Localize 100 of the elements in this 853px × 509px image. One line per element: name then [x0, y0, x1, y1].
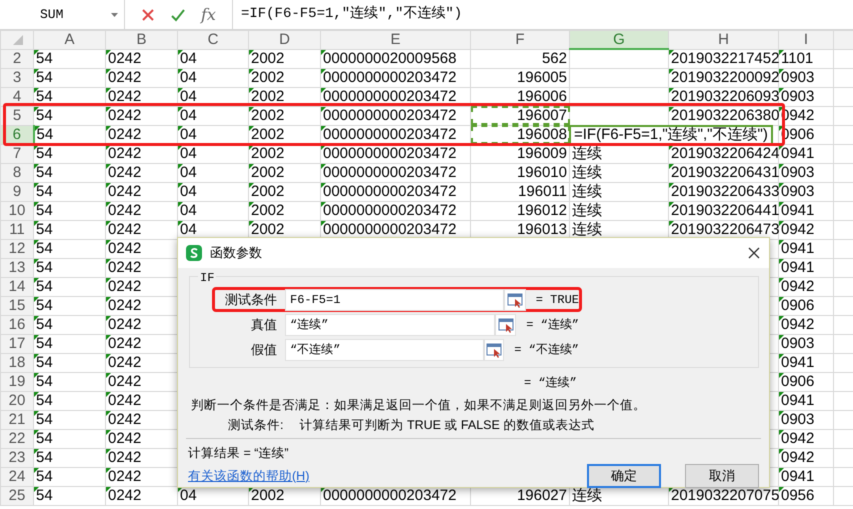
table-cell: 04	[180, 88, 197, 105]
table-cell: 2019032217452	[671, 50, 780, 67]
table-cell: 0903	[781, 69, 814, 86]
table-cell: 04	[180, 221, 197, 238]
table-cell: 连续	[572, 221, 602, 238]
argument-result: = “不连续”	[513, 342, 579, 358]
table-cell: 2002	[251, 88, 284, 105]
table-cell: 0942	[781, 449, 814, 466]
argument-field[interactable]: “不连续”	[285, 338, 484, 360]
dialog-button[interactable]: 确定	[587, 464, 661, 488]
table-cell: 连续	[572, 164, 602, 181]
row-header[interactable]: 11	[0, 220, 34, 239]
cell-editor[interactable]: =IF(F6-F5=1,"连续","不连续")	[569, 124, 773, 144]
row-header[interactable]: 17	[0, 334, 34, 353]
row-header[interactable]: 24	[0, 467, 34, 486]
insert-function-button[interactable]: fx	[201, 2, 216, 26]
argument-help-label: 测试条件:	[228, 417, 284, 434]
table-cell: 04	[180, 145, 197, 162]
table-cell: 0903	[781, 183, 814, 200]
table-cell: 0242	[108, 240, 142, 257]
table-cell: 2019032206441	[671, 202, 780, 219]
table-cell: 0000000000203472	[323, 221, 456, 238]
table-cell: 196008	[516, 126, 567, 143]
column-header[interactable]: G	[570, 30, 668, 49]
row-header[interactable]: 20	[0, 391, 34, 410]
table-cell: 196006	[516, 88, 567, 105]
table-cell: 0242	[108, 430, 142, 447]
column-header[interactable]: F	[470, 30, 570, 49]
table-cell: 0242	[108, 354, 142, 371]
row-header[interactable]: 19	[0, 372, 34, 391]
table-cell: 54	[36, 183, 53, 200]
table-cell: 04	[180, 126, 197, 143]
table-cell: 54	[36, 240, 53, 257]
table-cell: 54	[36, 411, 53, 428]
formula-text[interactable]: =IF(F6-F5=1,"连续","不连续")	[240, 4, 462, 25]
column-header[interactable]: A	[34, 30, 106, 49]
row-header[interactable]: 15	[0, 296, 34, 315]
table-cell: 0942	[781, 430, 814, 447]
table-cell: 2002	[251, 164, 284, 181]
row-header[interactable]: 21	[0, 410, 34, 429]
row-header[interactable]: 14	[0, 277, 34, 296]
range-picker-button[interactable]	[495, 314, 516, 336]
table-cell: 0242	[108, 316, 142, 333]
argument-label: 测试条件	[224, 290, 278, 309]
check-icon[interactable]	[171, 8, 185, 22]
table-cell: 0000000000203472	[323, 88, 456, 105]
table-cell: 0956	[781, 487, 814, 504]
table-cell: 54	[36, 392, 53, 409]
cancel-icon[interactable]	[141, 8, 155, 22]
argument-field[interactable]: F6-F5=1	[285, 288, 504, 310]
table-cell: 2002	[251, 145, 284, 162]
table-cell: 04	[180, 202, 197, 219]
table-cell: 2002	[251, 487, 284, 504]
column-header[interactable]: C	[178, 30, 248, 49]
row-header[interactable]: 22	[0, 429, 34, 448]
table-cell: 196011	[518, 183, 567, 200]
dialog-button[interactable]: 取消	[685, 464, 759, 488]
table-cell: 54	[36, 88, 53, 105]
table-cell: 0942	[781, 278, 814, 295]
row-header[interactable]: 25	[0, 486, 34, 505]
table-cell: 0242	[108, 392, 142, 409]
row-header[interactable]: 12	[0, 239, 34, 258]
calculation-result: 计算结果 = “连续”	[188, 445, 289, 461]
row-header[interactable]: 8	[0, 163, 34, 182]
table-cell: 04	[180, 50, 197, 67]
row-header[interactable]: 7	[0, 144, 34, 163]
close-icon[interactable]	[747, 246, 761, 260]
dialog-title: 函数参数	[210, 244, 263, 262]
column-header[interactable]: I	[778, 30, 834, 49]
column-header[interactable]: D	[248, 30, 320, 49]
table-cell: 1101	[781, 50, 814, 67]
range-picker-button[interactable]	[484, 338, 504, 360]
table-cell: 2002	[251, 221, 284, 238]
argument-label: 真值	[250, 316, 278, 334]
table-cell: 0906	[781, 297, 814, 314]
table-cell: 0941	[781, 145, 814, 162]
row-header[interactable]: 10	[0, 201, 34, 220]
table-cell: 0242	[108, 297, 142, 314]
column-header[interactable]: B	[106, 30, 178, 49]
table-cell: 54	[36, 69, 53, 86]
range-picker-button[interactable]	[504, 288, 526, 310]
row-header[interactable]: 23	[0, 448, 34, 467]
row-header[interactable]: 16	[0, 315, 34, 334]
column-header[interactable]: E	[320, 30, 470, 49]
row-header[interactable]: 3	[0, 68, 34, 87]
argument-field[interactable]: “连续”	[285, 314, 496, 336]
row-header[interactable]: 9	[0, 182, 34, 201]
table-cell: 2002	[251, 50, 284, 67]
table-cell: 连续	[572, 202, 602, 219]
help-link[interactable]: 有关该函数的帮助(H)	[188, 466, 310, 486]
argument-result: = TRUE	[534, 292, 579, 308]
argument-help: 计算结果可判断为 TRUE 或 FALSE 的数值或表达式	[299, 417, 594, 434]
row-header[interactable]: 13	[0, 258, 34, 277]
table-cell: 2002	[251, 69, 284, 86]
table-cell: 54	[36, 107, 53, 124]
column-header[interactable]: H	[668, 30, 778, 49]
table-cell: 0242	[108, 126, 142, 143]
dropdown-caret-icon[interactable]	[111, 12, 118, 16]
table-cell: 2019032206424	[671, 145, 780, 162]
row-header[interactable]: 18	[0, 353, 34, 372]
